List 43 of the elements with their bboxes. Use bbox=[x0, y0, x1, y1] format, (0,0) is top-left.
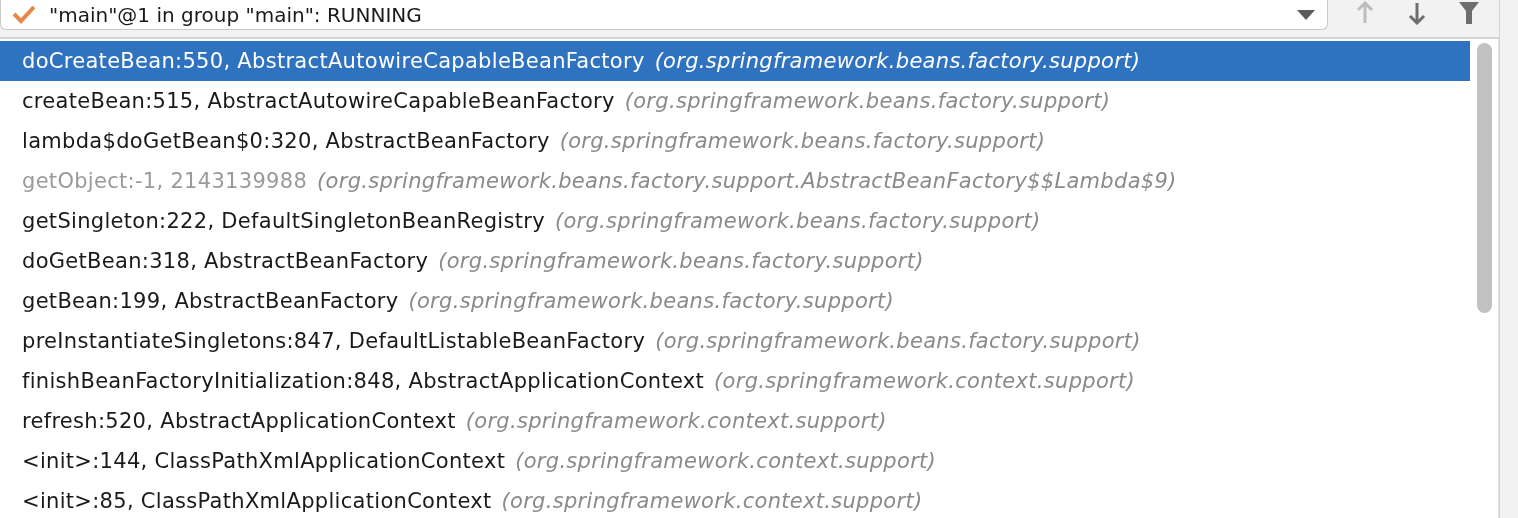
frame-package: (org.springframework.beans.factory.support) bbox=[655, 329, 1141, 353]
stack-frame-row[interactable]: createBean:515, AbstractAutowireCapableBeanFactory (org.springframework.beans.factory.support) bbox=[0, 81, 1470, 121]
frame-package: (org.springframework.context.support) bbox=[714, 369, 1135, 393]
scrollbar-thumb[interactable] bbox=[1476, 43, 1492, 313]
frame-package: (org.springframework.beans.factory.support) bbox=[438, 249, 924, 273]
frame-method: finishBeanFactoryInitialization:848, AbstractApplicationContext bbox=[22, 369, 705, 393]
frame-method: createBean:515, AbstractAutowireCapableBeanFactory bbox=[22, 89, 615, 113]
frame-package: (org.springframework.context.support) bbox=[515, 449, 937, 473]
frame-package: (org.springframework.beans.factory.support) bbox=[654, 49, 1141, 73]
stack-frame-row[interactable]: getSingleton:222, DefaultSingletonBeanRegistry (org.springframework.beans.factory.support) bbox=[0, 201, 1470, 241]
stack-frame-row[interactable]: <init>:144, ClassPathXmlApplicationContext (org.springframework.context.support) bbox=[0, 441, 1470, 481]
thread-selector[interactable]: "main"@1 in group "main": RUNNING bbox=[0, 0, 1328, 30]
frame-method: doGetBean:318, AbstractBeanFactory bbox=[22, 249, 429, 273]
frame-method: refresh:520, AbstractApplicationContext bbox=[22, 409, 456, 433]
frame-method: <init>:85, ClassPathXmlApplicationContext bbox=[22, 489, 492, 513]
frame-method: lambda$doGetBean$0:320, AbstractBeanFactory bbox=[22, 129, 550, 153]
stack-frame-row[interactable]: refresh:520, AbstractApplicationContext (org.springframework.context.support) bbox=[0, 401, 1470, 441]
frame-method: getSingleton:222, DefaultSingletonBeanRegistry bbox=[22, 209, 545, 233]
stack-frame-row[interactable]: doGetBean:318, AbstractBeanFactory (org.springframework.beans.factory.support) bbox=[0, 241, 1470, 281]
dropdown-caret-icon bbox=[1297, 9, 1315, 20]
frame-method: doCreateBean:550, AbstractAutowireCapableBeanFactory bbox=[22, 49, 645, 73]
frame-package: (org.springframework.context.support) bbox=[465, 409, 887, 433]
frame-method: getObject:-1, 2143139988 bbox=[22, 169, 308, 193]
frame-package: (org.springframework.beans.factory.support) bbox=[559, 129, 1046, 153]
stack-frame-row[interactable]: lambda$doGetBean$0:320, AbstractBeanFactory (org.springframework.beans.factory.support) bbox=[0, 121, 1470, 161]
stack-frame-row[interactable]: finishBeanFactoryInitialization:848, AbstractApplicationContext (org.springframework.context.support) bbox=[0, 361, 1470, 401]
frame-method: getBean:199, AbstractBeanFactory bbox=[22, 289, 399, 313]
stack-frame-row[interactable]: getBean:199, AbstractBeanFactory (org.springframework.beans.factory.support) bbox=[0, 281, 1470, 321]
filter-icon bbox=[1458, 1, 1480, 25]
frame-method: preInstantiateSingletons:847, DefaultListableBeanFactory bbox=[22, 329, 646, 353]
stack-frame-row[interactable]: doCreateBean:550, AbstractAutowireCapableBeanFactory (org.springframework.beans.factory.support) bbox=[0, 41, 1470, 81]
stack-frame-row[interactable]: <init>:85, ClassPathXmlApplicationContext (org.springframework.context.support) bbox=[0, 481, 1470, 518]
up-arrow-icon bbox=[1355, 1, 1375, 25]
frame-package: (org.springframework.beans.factory.support) bbox=[554, 209, 1041, 233]
frame-method: <init>:144, ClassPathXmlApplicationContext bbox=[22, 449, 506, 473]
frame-package: (org.springframework.beans.factory.support.AbstractBeanFactory$$Lambda$9) bbox=[317, 169, 1177, 193]
frame-package: (org.springframework.context.support) bbox=[501, 489, 923, 513]
frame-package: (org.springframework.beans.factory.support) bbox=[408, 289, 895, 313]
thread-status-text: "main"@1 in group "main": RUNNING bbox=[49, 2, 423, 27]
stack-frame-row[interactable]: preInstantiateSingletons:847, DefaultListableBeanFactory (org.springframework.beans.factory.support) bbox=[0, 321, 1470, 361]
frame-package: (org.springframework.beans.factory.support) bbox=[624, 89, 1111, 113]
filter-button[interactable] bbox=[1456, 0, 1482, 26]
down-arrow-icon bbox=[1407, 1, 1427, 25]
